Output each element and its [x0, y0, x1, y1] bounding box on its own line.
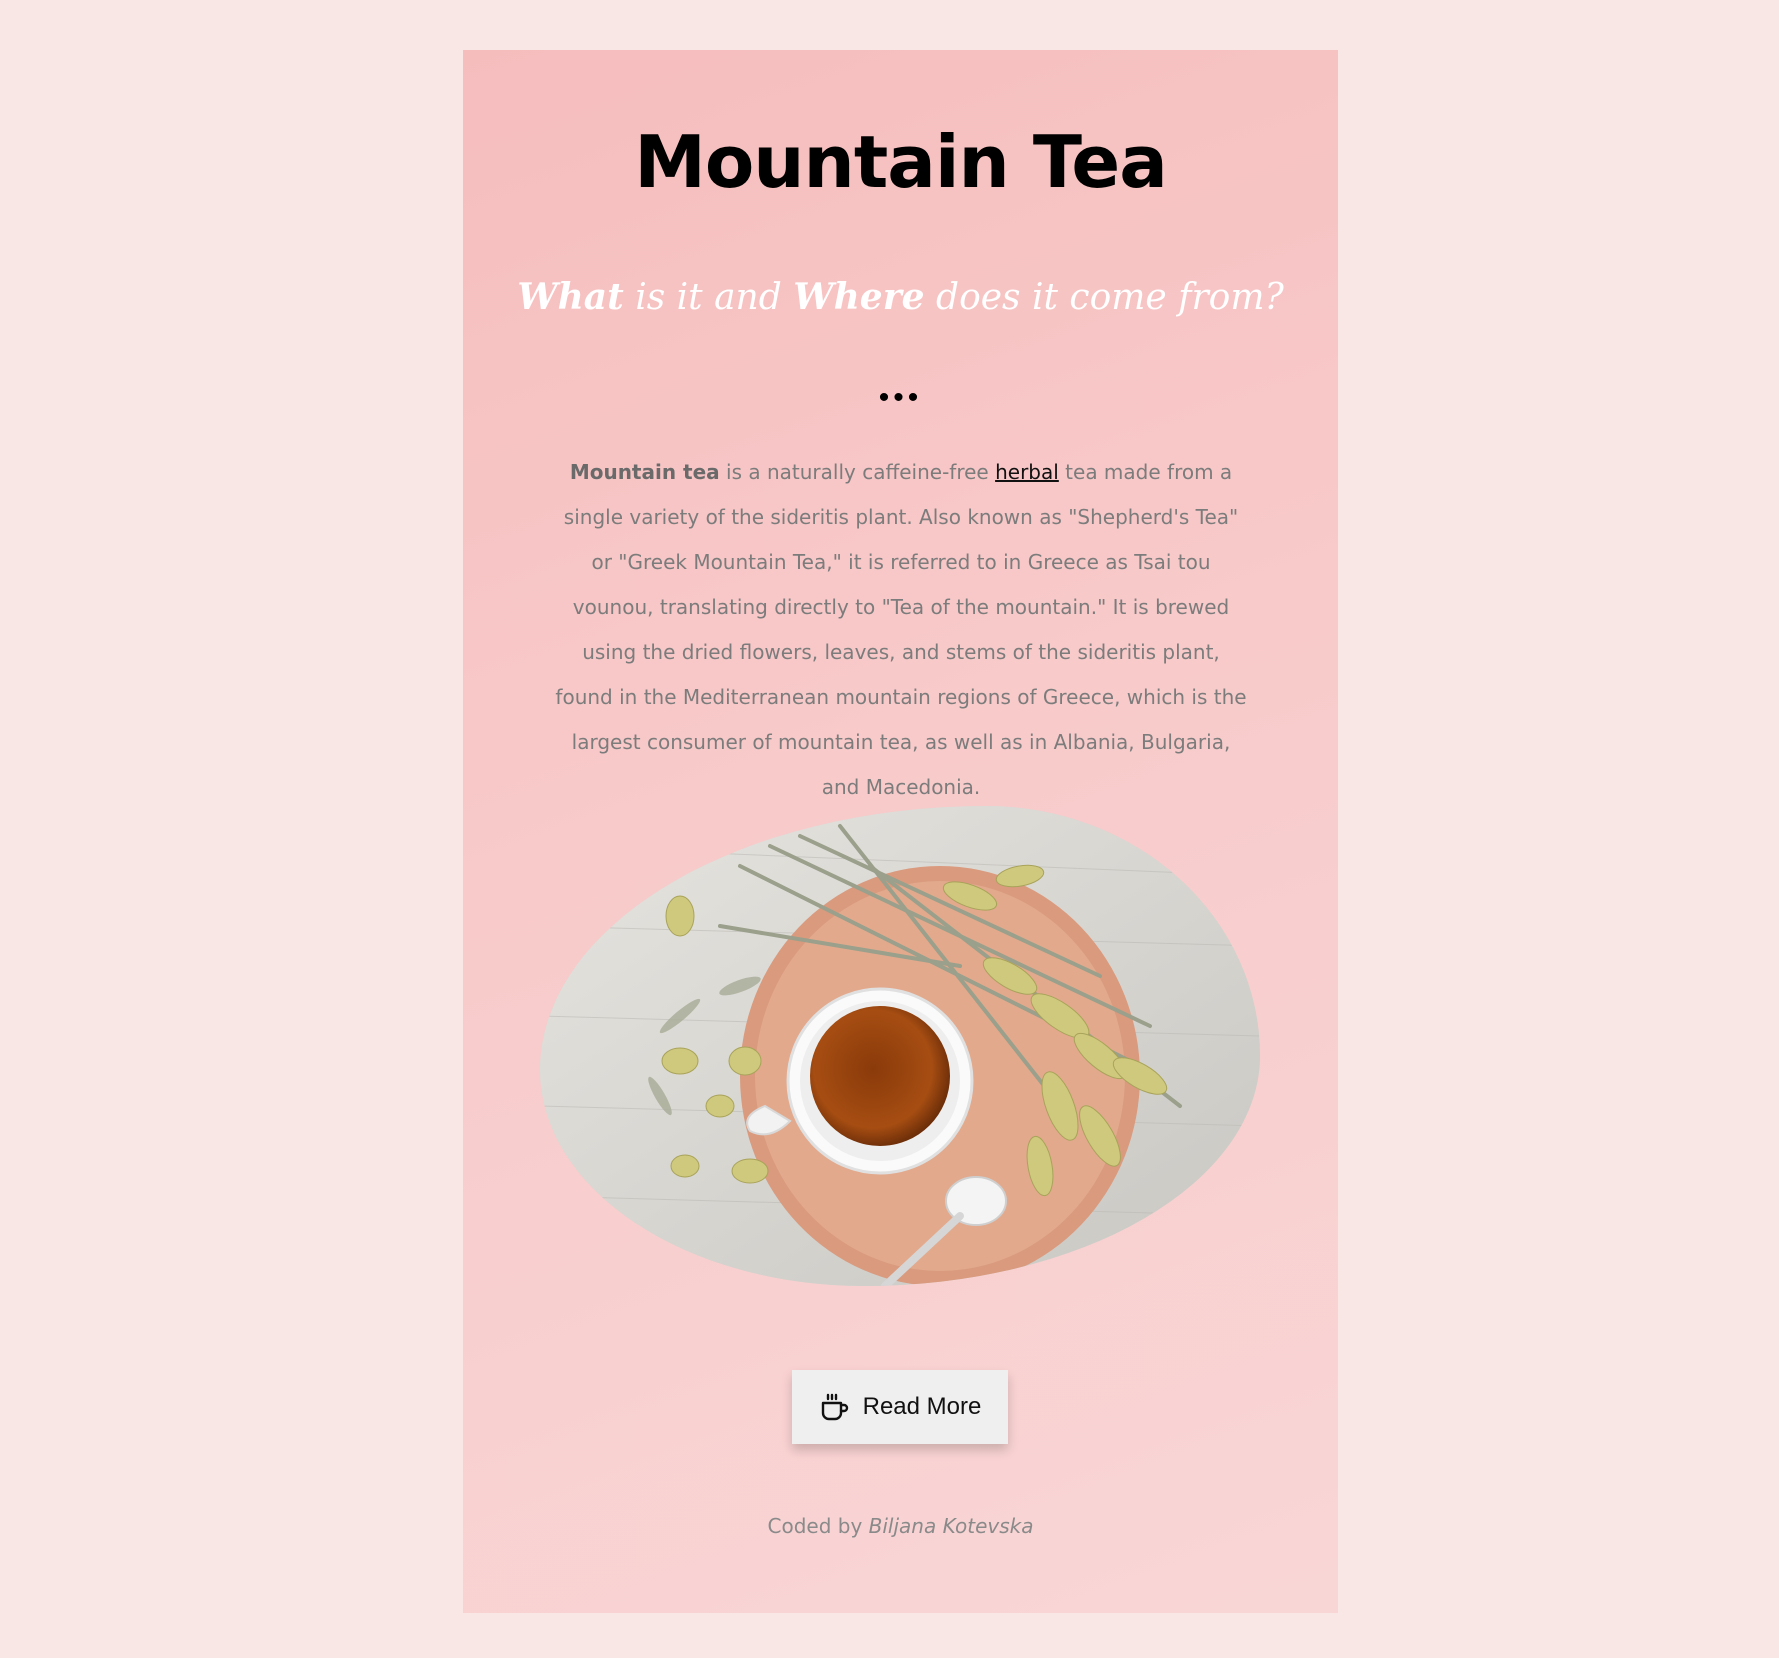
- herbal-link[interactable]: herbal: [995, 460, 1059, 484]
- dots-divider: •••: [878, 381, 923, 414]
- subtitle-end: does it come from?: [924, 277, 1284, 318]
- coffee-cup-icon: [819, 1391, 851, 1423]
- page-title: Mountain Tea: [634, 120, 1168, 204]
- content-card: Mountain Tea What is it and Where does i…: [463, 50, 1338, 1613]
- description-bold-lead: Mountain tea: [569, 460, 720, 484]
- footer-credit: Coded by Biljana Kotevska: [463, 1514, 1338, 1538]
- subtitle-where: Where: [793, 276, 925, 318]
- description-text-before-link: is a naturally caffeine-free: [719, 460, 996, 484]
- subtitle-middle: is it and: [623, 277, 794, 318]
- description-text-after-link: tea made from a single variety of the si…: [555, 460, 1247, 799]
- tea-photo-illustration: [540, 806, 1260, 1286]
- subtitle-what: What: [517, 276, 624, 318]
- credit-prefix: Coded by: [767, 1514, 869, 1538]
- read-more-label: Read More: [862, 1393, 982, 1420]
- description-paragraph: Mountain tea is a naturally caffeine-fre…: [551, 450, 1251, 810]
- credit-author: Biljana Kotevska: [868, 1514, 1034, 1538]
- read-more-button[interactable]: Read More: [792, 1370, 1008, 1444]
- mountain-tea-image: [540, 806, 1260, 1286]
- page-subtitle: What is it and Where does it come from?: [463, 276, 1338, 318]
